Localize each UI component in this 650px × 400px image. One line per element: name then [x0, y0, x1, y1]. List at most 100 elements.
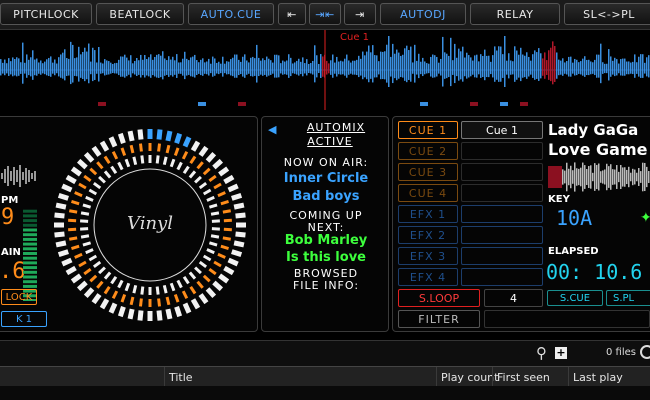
lock-button[interactable]: LOCK [1, 289, 37, 305]
filter-value[interactable] [484, 310, 650, 328]
jog-tick [129, 144, 135, 154]
swap-playlist-button[interactable]: SL<->PL [564, 3, 650, 25]
waveform-bar [340, 60, 342, 75]
waveform-bar [304, 63, 306, 74]
smart-play-button[interactable]: S.PL [606, 290, 650, 306]
waveform-bar [408, 50, 410, 80]
loop-length-value[interactable]: 4 [484, 289, 543, 307]
waveform-bar [648, 55, 650, 78]
waveform-bar [488, 55, 490, 78]
cue-4-value[interactable] [461, 184, 543, 202]
jog-tick [205, 151, 217, 163]
smart-loop-label: S.LOOP [418, 291, 460, 305]
jog-tick [103, 286, 111, 295]
cue-3-value[interactable] [461, 163, 543, 181]
waveform-bar [296, 60, 298, 75]
efx-1-button[interactable]: EFX 1 [398, 205, 458, 223]
waveform-bar [54, 59, 56, 76]
sync-button[interactable]: ⇥⇤ [309, 3, 341, 25]
waveform-bar [226, 61, 228, 75]
mini-wave-bar [630, 172, 632, 182]
jog-tick [76, 158, 88, 170]
mini-wave-bar [640, 171, 642, 183]
column-first-seen[interactable]: First seen [492, 367, 568, 387]
browser-file-list[interactable] [0, 386, 650, 400]
cue-3-button[interactable]: CUE 3 [398, 163, 458, 181]
column-title[interactable]: Title [164, 367, 436, 387]
mini-wave-played [548, 166, 562, 188]
cue-2-value[interactable] [461, 142, 543, 160]
waveform-bar [86, 51, 88, 80]
jog-tick [137, 310, 144, 321]
waveform-bar [400, 55, 402, 78]
jog-tick [189, 286, 197, 295]
jog-tick [162, 284, 168, 294]
efx-2-button[interactable]: EFX 2 [398, 226, 458, 244]
waveform-bar [284, 61, 286, 75]
efx-2-value[interactable] [461, 226, 543, 244]
waveform-bar [470, 57, 472, 77]
jump-end-button[interactable]: ⇥ [344, 3, 376, 25]
smart-loop-button[interactable]: S.LOOP [398, 289, 480, 307]
waveform-bar [462, 46, 464, 82]
jog-tick [182, 302, 192, 314]
mini-wave-bar [620, 164, 622, 190]
search-icon[interactable]: ⚲ [536, 344, 547, 362]
waveform-bar [638, 56, 640, 77]
jog-tick [74, 191, 83, 198]
autocue-button[interactable]: AUTO.CUE [188, 3, 274, 25]
key-adjust-icon[interactable]: ✦ [640, 210, 650, 226]
track-artist: Lady GaGa [548, 121, 639, 139]
view-toggle-icon[interactable] [640, 345, 650, 359]
autodj-button[interactable]: AUTODJ [380, 3, 466, 25]
relay-button[interactable]: RELAY [470, 3, 560, 25]
waveform-bar [592, 62, 594, 74]
waveform-bar [352, 60, 354, 75]
jog-tick [54, 231, 65, 238]
jump-start-button[interactable]: ⇤ [278, 3, 306, 25]
waveform-bar [162, 51, 164, 80]
waveform-bar [354, 60, 356, 75]
filter-button[interactable]: FILTER [398, 310, 480, 328]
cue-1-button[interactable]: CUE 1 [398, 121, 458, 139]
cue-4-button[interactable]: CUE 4 [398, 184, 458, 202]
meter-segment [23, 270, 37, 274]
efx-3-value[interactable] [461, 247, 543, 265]
waveform-bar [198, 62, 200, 74]
mini-wave-bar [626, 169, 628, 185]
waveform-bar [260, 60, 262, 75]
add-icon[interactable]: + [555, 347, 567, 359]
track-mini-waveform[interactable] [548, 162, 650, 192]
efx-4-value[interactable] [461, 268, 543, 286]
jog-tick [231, 192, 243, 201]
beatlock-button[interactable]: BEATLOCK [96, 3, 184, 25]
cue-1-label: CUE 1 [408, 123, 448, 137]
mini-wave-bar [614, 169, 616, 185]
column-play-count[interactable]: Play count [436, 367, 498, 387]
pitchlock-button[interactable]: PITCHLOCK [0, 3, 92, 25]
waveform-bar [618, 63, 620, 74]
waveform-bar [546, 60, 548, 75]
beat-marker [470, 102, 478, 106]
jog-tick [235, 231, 246, 238]
waveform-bar [4, 59, 6, 76]
efx-1-value[interactable] [461, 205, 543, 223]
mini-waveform-icon [1, 165, 36, 187]
jog-tick [173, 294, 180, 303]
jog-tick [137, 129, 144, 140]
waveform-bar [36, 58, 38, 76]
jog-tick [91, 145, 102, 157]
jog-tick [70, 273, 82, 284]
cue-2-button[interactable]: CUE 2 [398, 142, 458, 160]
column-last-play[interactable]: Last play [568, 367, 650, 387]
jog-tick [68, 236, 78, 241]
track-waveform[interactable]: Cue 1 [0, 30, 650, 110]
jog-tick [85, 248, 94, 255]
waveform-bar [6, 63, 8, 74]
cue-select-button[interactable]: K 1 [1, 311, 47, 327]
efx-3-button[interactable]: EFX 3 [398, 247, 458, 265]
smart-cue-button[interactable]: S.CUE [547, 290, 603, 306]
efx-4-button[interactable]: EFX 4 [398, 268, 458, 286]
meter-segment [23, 275, 37, 279]
cue-1-value[interactable]: Cue 1 [461, 121, 543, 139]
